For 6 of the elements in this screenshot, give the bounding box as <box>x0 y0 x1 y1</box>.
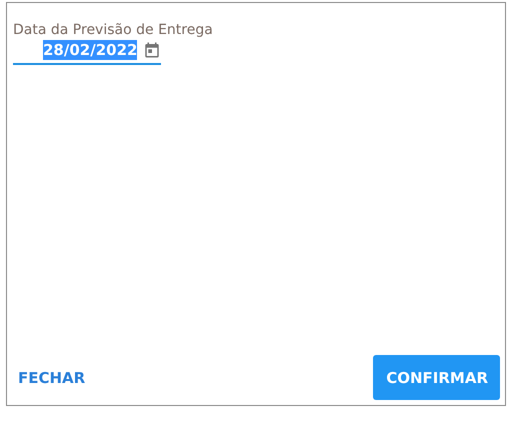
confirm-button[interactable]: CONFIRMAR <box>373 355 500 400</box>
calendar-icon[interactable] <box>143 41 162 59</box>
field-label: Data da Previsão de Entrega <box>13 21 213 39</box>
date-value: 28/02/2022 <box>43 40 138 60</box>
date-field[interactable]: 28/02/2022 <box>13 39 162 65</box>
close-button[interactable]: FECHAR <box>13 355 98 400</box>
